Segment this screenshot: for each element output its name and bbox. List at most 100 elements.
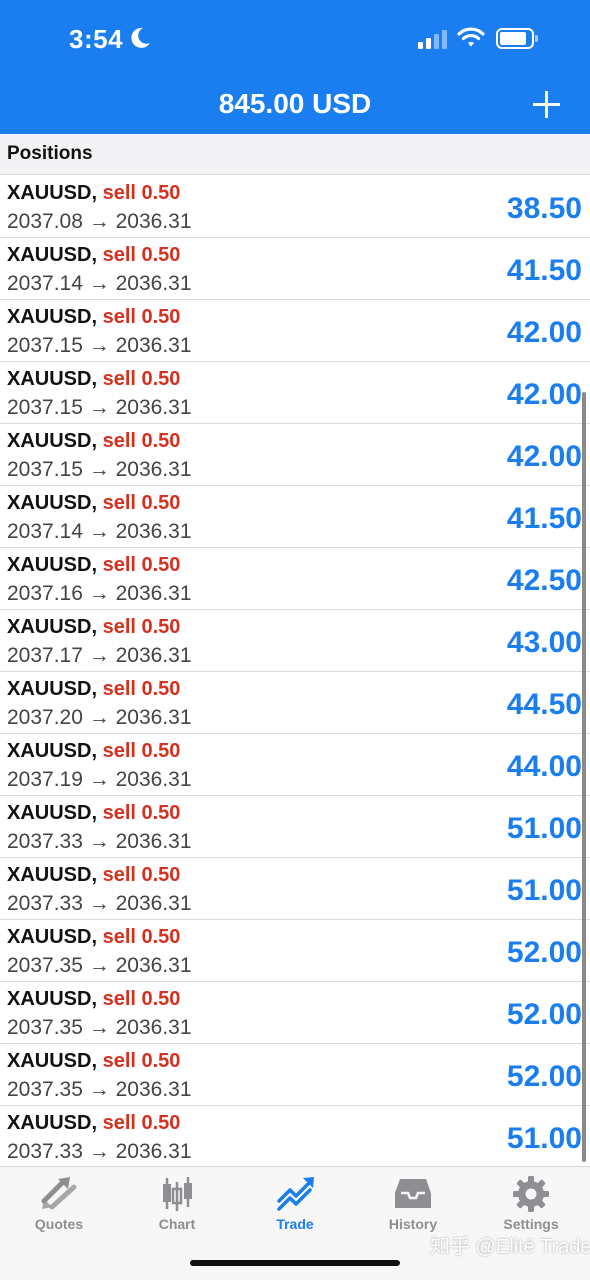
positions-title: Positions <box>7 143 93 164</box>
tab-trade[interactable]: Trade <box>236 1167 354 1247</box>
position-prices: 2037.35 → 2036.31 <box>7 1016 192 1040</box>
position-instrument: XAUUSD, sell 0.50 <box>7 678 180 701</box>
add-order-button[interactable] <box>530 88 564 122</box>
current-price: 2036.31 <box>115 830 192 853</box>
position-side: sell 0.50 <box>102 244 181 266</box>
position-prices: 2037.35 → 2036.31 <box>7 954 192 978</box>
price-arrow: → <box>88 768 110 791</box>
position-row[interactable]: XAUUSD, sell 0.50 2037.08 → 2036.31 38.5… <box>0 176 590 238</box>
open-price: 2037.33 <box>7 892 83 915</box>
price-arrow: → <box>88 396 110 419</box>
position-prices: 2037.33 → 2036.31 <box>7 892 192 916</box>
position-prices: 2037.33 → 2036.31 <box>7 1140 192 1164</box>
position-row[interactable]: XAUUSD, sell 0.50 2037.14 → 2036.31 41.5… <box>0 486 590 548</box>
position-profit: 38.50 <box>506 192 582 225</box>
position-prices: 2037.14 → 2036.31 <box>7 272 192 296</box>
position-side: sell 0.50 <box>102 368 181 390</box>
position-prices: 2037.19 → 2036.31 <box>7 768 192 792</box>
status-time: 3:54 <box>69 24 124 54</box>
tab-trade-label: Trade <box>276 1216 314 1232</box>
position-symbol: XAUUSD, <box>7 1050 98 1072</box>
position-row[interactable]: XAUUSD, sell 0.50 2037.33 → 2036.31 51.0… <box>0 1106 590 1168</box>
position-row[interactable]: XAUUSD, sell 0.50 2037.19 → 2036.31 44.0… <box>0 734 590 796</box>
nav-bar: 845.00 USD <box>0 76 590 134</box>
home-indicator <box>190 1260 400 1266</box>
position-prices: 2037.35 → 2036.31 <box>7 1078 192 1102</box>
position-row[interactable]: XAUUSD, sell 0.50 2037.16 → 2036.31 42.5… <box>0 548 590 610</box>
position-row[interactable]: XAUUSD, sell 0.50 2037.15 → 2036.31 42.0… <box>0 424 590 486</box>
position-symbol: XAUUSD, <box>7 740 98 762</box>
price-arrow: → <box>88 210 110 233</box>
position-row[interactable]: XAUUSD, sell 0.50 2037.35 → 2036.31 52.0… <box>0 1044 590 1106</box>
open-price: 2037.14 <box>7 520 83 543</box>
position-profit: 42.00 <box>506 316 582 349</box>
position-row[interactable]: XAUUSD, sell 0.50 2037.35 → 2036.31 52.0… <box>0 982 590 1044</box>
position-side: sell 0.50 <box>102 678 181 700</box>
price-arrow: → <box>88 954 110 977</box>
current-price: 2036.31 <box>115 272 192 295</box>
position-profit: 42.00 <box>506 378 582 411</box>
position-row[interactable]: XAUUSD, sell 0.50 2037.17 → 2036.31 43.0… <box>0 610 590 672</box>
position-prices: 2037.15 → 2036.31 <box>7 334 192 358</box>
watermark: 知乎 @Elitē Trader <box>430 1236 590 1258</box>
position-prices: 2037.15 → 2036.31 <box>7 396 192 420</box>
position-row[interactable]: XAUUSD, sell 0.50 2037.35 → 2036.31 52.0… <box>0 920 590 982</box>
candlestick-chart-icon <box>163 1177 192 1211</box>
position-instrument: XAUUSD, sell 0.50 <box>7 244 180 267</box>
position-prices: 2037.08 → 2036.31 <box>7 210 192 234</box>
position-profit: 52.00 <box>506 1060 582 1093</box>
position-instrument: XAUUSD, sell 0.50 <box>7 368 180 391</box>
position-row[interactable]: XAUUSD, sell 0.50 2037.15 → 2036.31 42.0… <box>0 362 590 424</box>
position-row[interactable]: XAUUSD, sell 0.50 2037.33 → 2036.31 51.0… <box>0 858 590 920</box>
open-price: 2037.17 <box>7 644 83 667</box>
position-instrument: XAUUSD, sell 0.50 <box>7 740 180 763</box>
positions-list: XAUUSD, sell 0.50 2037.08 → 2036.31 38.5… <box>0 176 590 1168</box>
scrollbar[interactable] <box>582 392 586 1162</box>
price-arrow: → <box>88 830 110 853</box>
position-symbol: XAUUSD, <box>7 678 98 700</box>
current-price: 2036.31 <box>115 954 192 977</box>
position-profit: 42.50 <box>506 564 582 597</box>
open-price: 2037.35 <box>7 1078 83 1101</box>
price-arrow: → <box>88 892 110 915</box>
current-price: 2036.31 <box>115 644 192 667</box>
current-price: 2036.31 <box>115 520 192 543</box>
position-instrument: XAUUSD, sell 0.50 <box>7 492 180 515</box>
position-prices: 2037.16 → 2036.31 <box>7 582 192 606</box>
position-instrument: XAUUSD, sell 0.50 <box>7 1112 180 1135</box>
position-symbol: XAUUSD, <box>7 244 98 266</box>
position-row[interactable]: XAUUSD, sell 0.50 2037.20 → 2036.31 44.5… <box>0 672 590 734</box>
position-profit: 52.00 <box>506 936 582 969</box>
history-inbox-icon <box>395 1179 431 1208</box>
position-row[interactable]: XAUUSD, sell 0.50 2037.15 → 2036.31 42.0… <box>0 300 590 362</box>
position-instrument: XAUUSD, sell 0.50 <box>7 306 180 329</box>
position-side: sell 0.50 <box>102 1112 181 1134</box>
tab-quotes[interactable]: Quotes <box>0 1167 118 1247</box>
current-price: 2036.31 <box>115 892 192 915</box>
position-profit: 41.50 <box>506 254 582 287</box>
position-profit: 42.00 <box>506 440 582 473</box>
position-prices: 2037.14 → 2036.31 <box>7 520 192 544</box>
open-price: 2037.14 <box>7 272 83 295</box>
gear-icon <box>513 1176 549 1212</box>
position-side: sell 0.50 <box>102 864 181 886</box>
position-prices: 2037.15 → 2036.31 <box>7 458 192 482</box>
position-row[interactable]: XAUUSD, sell 0.50 2037.33 → 2036.31 51.0… <box>0 796 590 858</box>
position-instrument: XAUUSD, sell 0.50 <box>7 182 180 205</box>
current-price: 2036.31 <box>115 334 192 357</box>
position-symbol: XAUUSD, <box>7 368 98 390</box>
position-instrument: XAUUSD, sell 0.50 <box>7 926 180 949</box>
current-price: 2036.31 <box>115 1078 192 1101</box>
price-arrow: → <box>88 520 110 543</box>
position-profit: 51.00 <box>506 1122 582 1155</box>
price-arrow: → <box>88 334 110 357</box>
price-arrow: → <box>88 644 110 667</box>
tab-chart[interactable]: Chart <box>118 1167 236 1247</box>
position-profit: 51.00 <box>506 812 582 845</box>
position-symbol: XAUUSD, <box>7 306 98 328</box>
open-price: 2037.35 <box>7 954 83 977</box>
position-side: sell 0.50 <box>102 802 181 824</box>
cellular-signal-icon <box>418 30 447 49</box>
position-row[interactable]: XAUUSD, sell 0.50 2037.14 → 2036.31 41.5… <box>0 238 590 300</box>
open-price: 2037.35 <box>7 1016 83 1039</box>
